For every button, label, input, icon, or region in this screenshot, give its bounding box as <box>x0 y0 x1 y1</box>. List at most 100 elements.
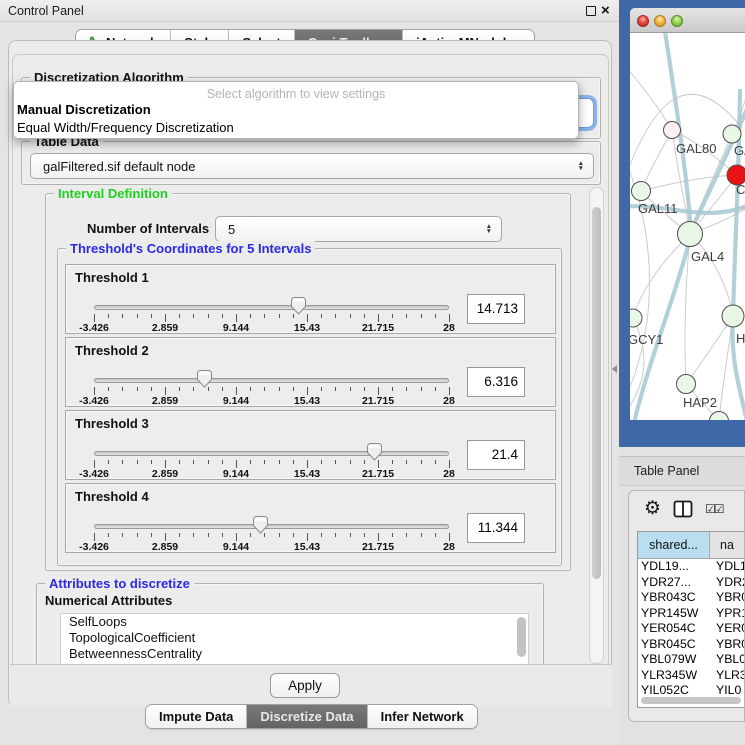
network-edge[interactable] <box>686 316 733 384</box>
threshold-value-field[interactable]: 6.316 <box>467 367 525 397</box>
zoom-traffic-light-icon[interactable] <box>671 15 683 27</box>
table-row[interactable]: YBR043CYBR0 <box>638 590 744 606</box>
tick-label: -3.426 <box>79 468 109 480</box>
node-label-c: C <box>736 182 745 197</box>
threshold-slider-thumb[interactable] <box>367 443 382 461</box>
table-data-group: Table Data galFiltered.sif default node … <box>21 141 601 185</box>
column-header-shared-name[interactable]: shared... <box>638 532 710 558</box>
table-row[interactable]: YLR345WYLR3 <box>638 668 744 684</box>
attributes-group: Attributes to discretize Numerical Attri… <box>36 583 544 664</box>
threshold-slider-thumb[interactable] <box>291 297 306 315</box>
network-edge[interactable] <box>630 53 672 130</box>
hap2-node[interactable] <box>677 375 696 394</box>
tick-label: 2.859 <box>152 395 178 407</box>
threshold-value-field[interactable]: 21.4 <box>467 440 525 470</box>
columns-icon[interactable] <box>673 500 693 523</box>
gear-icon[interactable]: ⚙ <box>644 497 661 520</box>
interval-definition-title: Interval Definition <box>54 187 172 201</box>
threshold-slider-thumb[interactable] <box>197 370 212 388</box>
table-row[interactable]: YDR27...YDR2 <box>638 575 744 591</box>
attribute-item[interactable]: TopologicalCoefficient <box>61 630 528 646</box>
network-canvas[interactable]: GAL80GACGAL11GAL4GCY1HHAP2 <box>630 33 745 420</box>
threshold-slider-track[interactable] <box>94 305 449 310</box>
scrollbar-thumb[interactable] <box>592 207 601 579</box>
algorithm-option[interactable]: Manual Discretization <box>14 101 578 119</box>
table-header-row: shared... na <box>638 532 744 559</box>
split-pane-handle[interactable] <box>612 365 617 373</box>
network-edge[interactable] <box>633 234 690 318</box>
slider-tick-labels: -3.4262.8599.14415.4321.71528 <box>94 322 449 334</box>
float-window-icon[interactable] <box>586 6 596 16</box>
tick-label: 2.859 <box>152 322 178 334</box>
table-data-combobox[interactable]: galFiltered.sif default node ▲▼ <box>30 153 594 179</box>
attribute-item[interactable]: BetweennessCentrality <box>61 646 528 662</box>
cell-name: YBR0 <box>710 590 744 606</box>
cell-shared-name: YBR043C <box>638 590 710 606</box>
tab-label: Infer Network <box>381 709 464 724</box>
cyni-toolbox-panel: Discretization Algorithm Table Data galF… <box>8 40 612 707</box>
numerical-attributes-label: Numerical Attributes <box>45 593 172 608</box>
h-node[interactable] <box>722 305 744 327</box>
node-label-gal80: GAL80 <box>676 141 716 156</box>
thresholds-group-title: Threshold's Coordinates for 5 Intervals <box>66 241 315 256</box>
tick-label: 28 <box>443 322 455 334</box>
threshold-value-field[interactable]: 11.344 <box>467 513 525 543</box>
table-row[interactable]: YBL079WYBL0 <box>638 652 744 668</box>
gcy1-node[interactable] <box>630 309 642 327</box>
threshold-slider-track[interactable] <box>94 524 449 529</box>
tick-label: 9.144 <box>223 395 249 407</box>
bottom-node[interactable] <box>710 412 729 421</box>
settings-vertical-scrollbar[interactable] <box>589 187 604 664</box>
table-row[interactable]: YBR045CYBR0 <box>638 637 744 653</box>
tab-infer-network[interactable]: Infer Network <box>367 705 477 728</box>
table-row[interactable]: YER054CYER0 <box>638 621 744 637</box>
attribute-item[interactable]: SelfLoops <box>61 614 528 630</box>
threshold-slider-track[interactable] <box>94 378 449 383</box>
checkboxes-icon[interactable]: ☑☑ <box>705 502 723 516</box>
apply-button[interactable]: Apply <box>270 673 340 698</box>
number-of-intervals-combobox[interactable]: 5 ▲▼ <box>215 216 502 242</box>
table-row[interactable]: YDL19...YDL1 <box>638 559 744 575</box>
tick-label: 15.43 <box>294 322 320 334</box>
network-graph: GAL80GACGAL11GAL4GCY1HHAP2 <box>630 33 745 420</box>
network-frame: GAL80GACGAL11GAL4GCY1HHAP2 <box>619 0 745 447</box>
close-traffic-light-icon[interactable] <box>637 15 649 27</box>
top-right-node[interactable] <box>723 125 741 143</box>
gal4-node[interactable] <box>678 222 703 247</box>
minimize-traffic-light-icon[interactable] <box>654 15 666 27</box>
network-window-titlebar[interactable] <box>630 8 745 33</box>
table-row[interactable]: YPR145WYPR1 <box>638 606 744 622</box>
cell-shared-name: YDL19... <box>638 559 710 575</box>
tick-label: -3.426 <box>79 541 109 553</box>
threshold-slider-track[interactable] <box>94 451 449 456</box>
node-label-gal4: GAL4 <box>691 249 724 264</box>
tab-impute-data[interactable]: Impute Data <box>146 705 246 728</box>
network-edge[interactable] <box>690 234 733 316</box>
tick-label: 15.43 <box>294 468 320 480</box>
tab-discretize-data[interactable]: Discretize Data <box>246 705 366 728</box>
cell-name: YER0 <box>710 621 744 637</box>
tick-label: 2.859 <box>152 541 178 553</box>
threshold-slider-thumb[interactable] <box>253 516 268 534</box>
tick-label: 28 <box>443 395 455 407</box>
gal11-node[interactable] <box>632 182 651 201</box>
gal80-node[interactable] <box>664 122 681 139</box>
control-panel: Control Panel × NetworkStyleSelectCyni T… <box>0 0 619 745</box>
algorithm-option[interactable]: Equal Width/Frequency Discretization <box>14 119 578 137</box>
table-panel-header: Table Panel <box>619 456 745 486</box>
threshold-panel-1: Threshold 1-3.4262.8599.14415.4321.71528… <box>65 264 556 334</box>
node-label-h: H <box>736 331 745 346</box>
table-panel: ⚙ ☑☑ shared... na YDL19...YDL1YDR27...YD… <box>628 490 745 722</box>
network-edge[interactable] <box>641 130 672 191</box>
column-header-name[interactable]: na <box>710 532 744 558</box>
interval-definition-group: Interval Definition Number of Intervals … <box>45 193 571 571</box>
attributes-list-scrollbar[interactable] <box>517 617 526 657</box>
node-label-gcy1: GCY1 <box>630 332 663 347</box>
algorithm-hint: Select algorithm to view settings <box>14 82 578 101</box>
threshold-value-field[interactable]: 14.713 <box>467 294 525 324</box>
number-of-intervals-value: 5 <box>228 222 235 237</box>
close-icon[interactable]: × <box>601 5 610 17</box>
apply-row: Apply <box>10 664 612 707</box>
network-edge[interactable] <box>641 175 737 191</box>
table-horizontal-scrollbar[interactable] <box>641 697 741 704</box>
